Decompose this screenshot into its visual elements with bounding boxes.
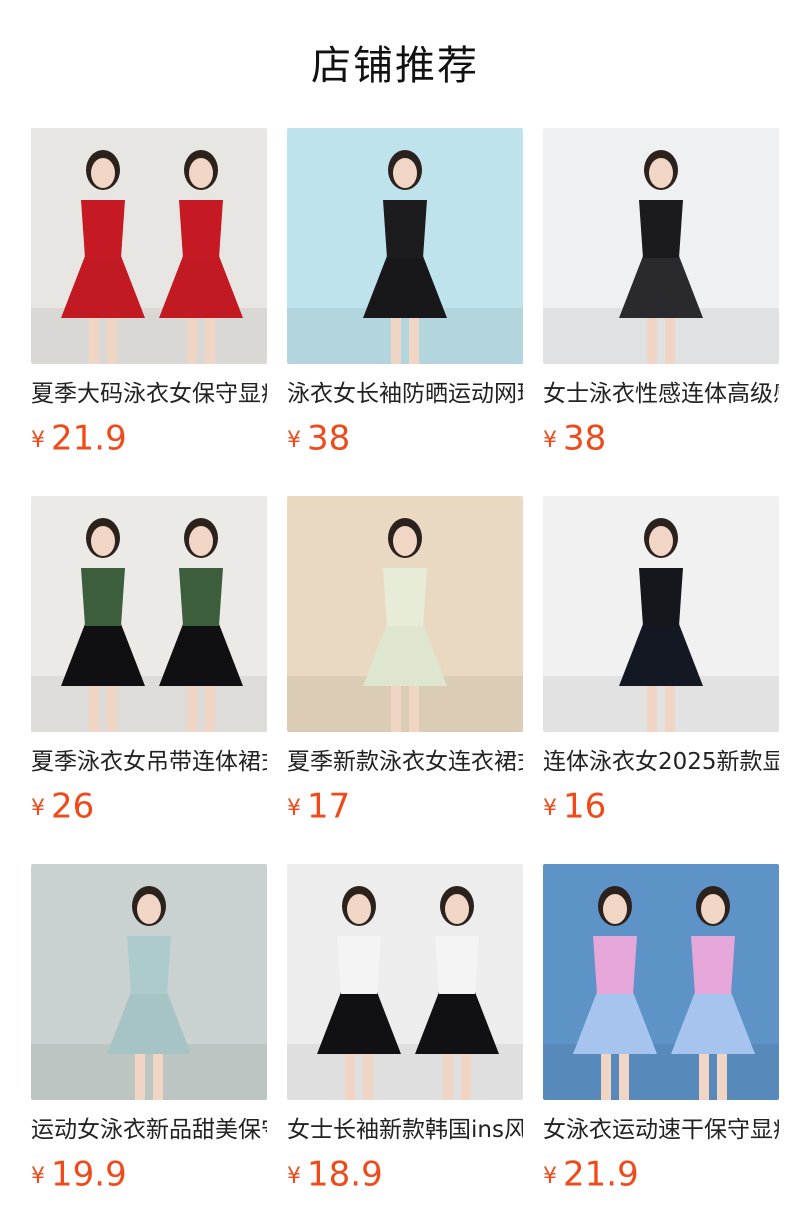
currency-symbol: ¥	[287, 795, 301, 821]
product-card[interactable]: 夏季新款泳衣女连衣裙式碎花三件套 ¥17	[287, 496, 523, 828]
price-value: 26	[51, 786, 95, 827]
product-price: ¥16	[543, 784, 606, 828]
price-value: 21.9	[563, 1154, 639, 1195]
product-name[interactable]: 运动女泳衣新品甜美保守显瘦	[31, 1114, 267, 1146]
product-price: ¥38	[287, 416, 350, 460]
product-name[interactable]: 女士长袖新款韩国ins风连体泳衣	[287, 1114, 523, 1146]
page-title: 店铺推荐	[311, 43, 479, 89]
product-price: ¥21.9	[31, 416, 127, 460]
product-photo	[31, 864, 267, 1100]
price-value: 38	[307, 418, 351, 459]
product-grid: 夏季大码泳衣女保守显瘦遮肚连体裙式 ¥21.9 泳衣女长袖防晒运动网球风连体泳装…	[31, 128, 790, 1232]
product-price: ¥18.9	[287, 1152, 383, 1196]
product-photo	[31, 496, 267, 732]
product-card[interactable]: 夏季大码泳衣女保守显瘦遮肚连体裙式 ¥21.9	[31, 128, 267, 460]
product-price: ¥21.9	[543, 1152, 639, 1196]
product-image[interactable]	[31, 864, 267, 1100]
currency-symbol: ¥	[31, 1163, 45, 1189]
price-value: 38	[563, 418, 607, 459]
product-card[interactable]: 泳衣女长袖防晒运动网球风连体泳装 ¥38	[287, 128, 523, 460]
product-price: ¥38	[543, 416, 606, 460]
product-image[interactable]	[543, 496, 779, 732]
product-image[interactable]	[543, 128, 779, 364]
currency-symbol: ¥	[543, 795, 557, 821]
product-name[interactable]: 夏季泳衣女吊带连体裙式遮肚显瘦	[31, 746, 267, 778]
product-image[interactable]	[287, 128, 523, 364]
product-price: ¥17	[287, 784, 350, 828]
product-name[interactable]: 女士泳衣性感连体高级感裙式泳装	[543, 378, 779, 410]
currency-symbol: ¥	[287, 1163, 301, 1189]
product-card[interactable]: 连体泳衣女2025新款显瘦遮肚 ¥16	[543, 496, 779, 828]
product-name[interactable]: 夏季新款泳衣女连衣裙式碎花三件套	[287, 746, 523, 778]
product-name[interactable]: 女泳衣运动速干保守显瘦渐变色	[543, 1114, 779, 1146]
product-image[interactable]	[287, 496, 523, 732]
product-price: ¥19.9	[31, 1152, 127, 1196]
product-image[interactable]	[31, 128, 267, 364]
price-value: 16	[563, 786, 607, 827]
currency-symbol: ¥	[543, 1163, 557, 1189]
product-card[interactable]: 女士长袖新款韩国ins风连体泳衣 ¥18.9	[287, 864, 523, 1196]
product-price: ¥26	[31, 784, 94, 828]
price-value: 18.9	[307, 1154, 383, 1195]
product-photo	[287, 864, 523, 1100]
product-name[interactable]: 夏季大码泳衣女保守显瘦遮肚连体裙式	[31, 378, 267, 410]
product-photo	[31, 128, 267, 364]
product-card[interactable]: 女士泳衣性感连体高级感裙式泳装 ¥38	[543, 128, 779, 460]
product-image[interactable]	[543, 864, 779, 1100]
product-photo	[287, 128, 523, 364]
product-card[interactable]: 女泳衣运动速干保守显瘦渐变色 ¥21.9	[543, 864, 779, 1196]
price-value: 19.9	[51, 1154, 127, 1195]
currency-symbol: ¥	[543, 427, 557, 453]
currency-symbol: ¥	[31, 795, 45, 821]
product-image[interactable]	[31, 496, 267, 732]
price-value: 21.9	[51, 418, 127, 459]
product-photo	[543, 128, 779, 364]
product-image[interactable]	[287, 864, 523, 1100]
product-photo	[543, 864, 779, 1100]
currency-symbol: ¥	[31, 427, 45, 453]
currency-symbol: ¥	[287, 427, 301, 453]
product-card[interactable]: 运动女泳衣新品甜美保守显瘦 ¥19.9	[31, 864, 267, 1196]
product-photo	[287, 496, 523, 732]
product-photo	[543, 496, 779, 732]
price-value: 17	[307, 786, 351, 827]
product-card[interactable]: 夏季泳衣女吊带连体裙式遮肚显瘦 ¥26	[31, 496, 267, 828]
product-name[interactable]: 连体泳衣女2025新款显瘦遮肚	[543, 746, 779, 778]
product-name[interactable]: 泳衣女长袖防晒运动网球风连体泳装	[287, 378, 523, 410]
